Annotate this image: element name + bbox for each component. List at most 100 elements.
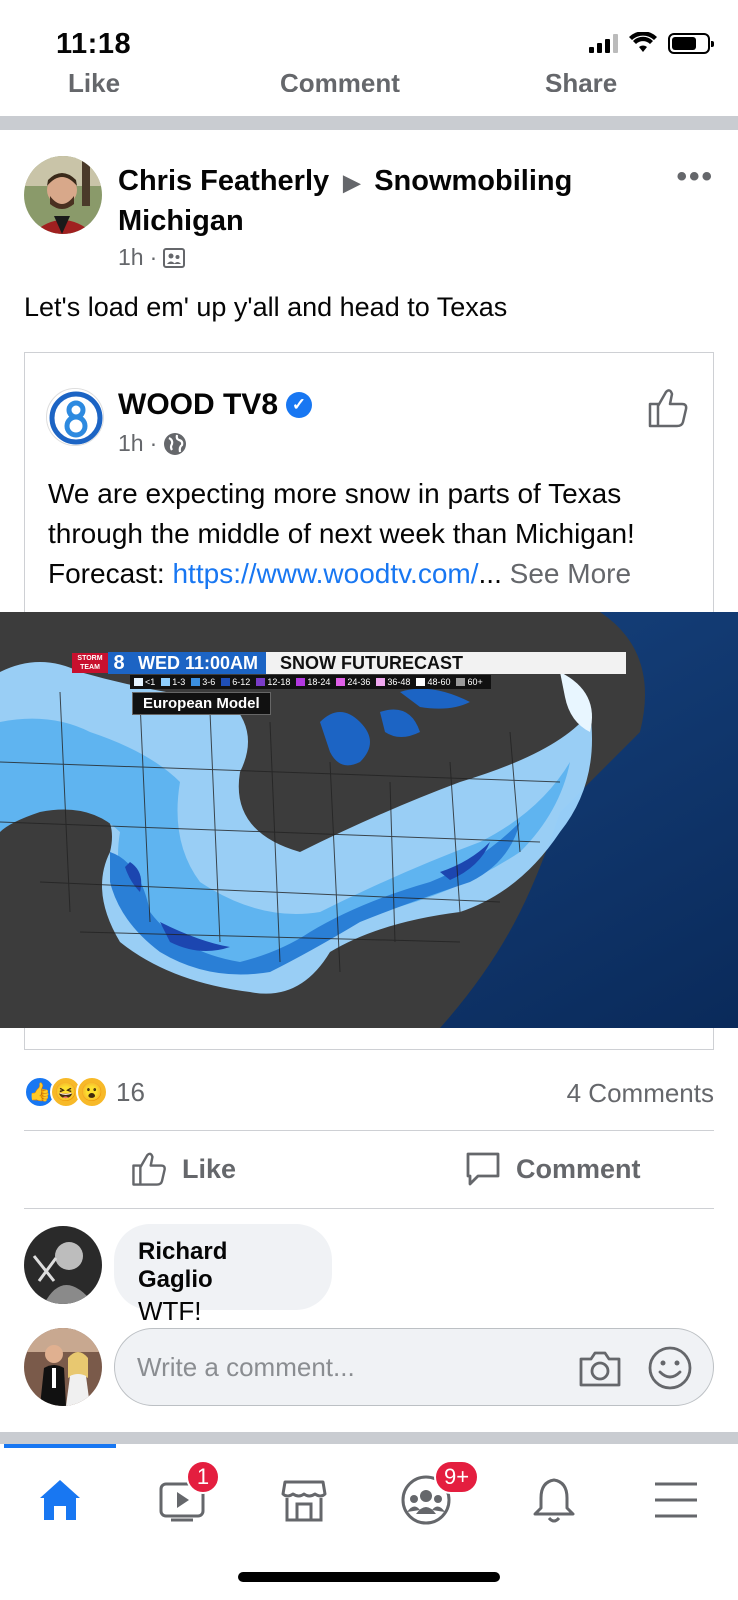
- reactions-summary[interactable]: 👍 😆 😮 16: [24, 1076, 145, 1108]
- legend-swatch: [296, 678, 306, 686]
- post-author-name[interactable]: Chris Featherly: [118, 165, 329, 197]
- legend-label: 60+: [467, 677, 483, 687]
- commenter-avatar[interactable]: [24, 1226, 102, 1304]
- legend-label: 1-3: [172, 677, 186, 687]
- legend-swatch: [336, 678, 346, 686]
- active-tab-indicator: [4, 1444, 116, 1448]
- nav-home[interactable]: [28, 1470, 92, 1530]
- section-separator: [0, 1432, 738, 1444]
- shared-post-text: We are expecting more snow in parts of T…: [48, 474, 708, 594]
- like-icon: [132, 1152, 166, 1186]
- current-user-avatar: [24, 1328, 102, 1406]
- storm-team-logo: STORM TEAM: [72, 653, 108, 673]
- groups-badge: 9+: [434, 1460, 480, 1494]
- emoji-icon[interactable]: [647, 1345, 693, 1391]
- legend-item: <1: [134, 677, 155, 687]
- wifi-icon: [629, 32, 657, 52]
- battery-icon: [668, 32, 714, 54]
- page-name-line: WOOD TV8 ✓: [118, 388, 313, 422]
- nav-groups[interactable]: 9+: [394, 1460, 480, 1530]
- home-icon: [40, 1480, 80, 1520]
- prev-share-button[interactable]: Share: [545, 68, 617, 92]
- status-icons: [589, 32, 714, 54]
- cellular-signal-icon: [589, 33, 618, 53]
- marketplace-icon: [281, 1480, 327, 1522]
- nav-watch[interactable]: 1: [150, 1460, 220, 1530]
- legend-swatch: [191, 678, 201, 686]
- divider: [24, 1208, 714, 1209]
- shared-time[interactable]: 1h: [118, 430, 144, 457]
- home-indicator[interactable]: [238, 1572, 500, 1582]
- shared-meta: 1h ·: [118, 430, 187, 457]
- write-comment-box[interactable]: [114, 1328, 714, 1406]
- legend-item: 36-48: [376, 677, 410, 687]
- like-button[interactable]: Like: [130, 1150, 236, 1188]
- logo-storm: STORM: [77, 655, 103, 662]
- legend-item: 6-12: [221, 677, 250, 687]
- status-time: 11:18: [56, 28, 132, 60]
- comment-text: WTF!: [138, 1296, 202, 1326]
- reaction-count: 16: [116, 1076, 145, 1107]
- nav-menu[interactable]: [644, 1470, 708, 1530]
- legend-item: 18-24: [296, 677, 330, 687]
- comment-input[interactable]: [137, 1349, 537, 1385]
- bell-icon: [533, 1478, 575, 1523]
- legend-item: 60+: [456, 677, 483, 687]
- legend-item: 12-18: [256, 677, 290, 687]
- nav-notifications[interactable]: [522, 1470, 586, 1530]
- verified-badge-icon: ✓: [286, 392, 313, 418]
- legend-label: 3-6: [202, 677, 216, 687]
- logo-8: 8: [108, 652, 130, 674]
- legend-label: 6-12: [232, 677, 251, 687]
- page-name[interactable]: WOOD TV8: [118, 388, 278, 422]
- prev-comment-button[interactable]: Comment: [280, 68, 400, 92]
- prev-like-button[interactable]: Like: [68, 68, 120, 92]
- wow-reaction-icon: 😮: [76, 1076, 108, 1108]
- post-time[interactable]: 1h: [118, 244, 144, 271]
- legend-label: 36-48: [387, 677, 411, 687]
- group-privacy-icon: [163, 247, 186, 268]
- more-options-icon[interactable]: •••: [676, 160, 714, 194]
- snow-forecast-map[interactable]: STORM TEAM 8 WED 11:00AM SNOW FUTURECAST …: [0, 612, 738, 1028]
- map-legend: <1 1-3 3-6 6-12 12-18 18-24 24-36 36-48 48-60 60+: [130, 675, 491, 689]
- page-like-icon[interactable]: [646, 386, 690, 430]
- forecast-link[interactable]: https://www.woodtv.com/: [172, 558, 478, 589]
- logo-team: TEAM: [80, 664, 100, 671]
- map-model-label: European Model: [132, 692, 271, 715]
- legend-swatch: [456, 678, 466, 686]
- comment-label: Comment: [516, 1153, 641, 1184]
- legend-item: 48-60: [416, 677, 450, 687]
- comments-count[interactable]: 4 Comments: [567, 1078, 714, 1109]
- map-day-time: WED 11:00AM: [130, 652, 267, 674]
- comment-bubble[interactable]: Richard Gaglio WTF!: [114, 1224, 332, 1326]
- comment-button[interactable]: Comment: [464, 1150, 641, 1188]
- legend-item: 3-6: [191, 677, 215, 687]
- map-banner: STORM TEAM 8 WED 11:00AM SNOW FUTURECAST: [72, 652, 627, 674]
- post-separator: [0, 116, 738, 130]
- globe-icon: [164, 432, 187, 455]
- legend-item: 1-3: [161, 677, 185, 687]
- like-label: Like: [182, 1153, 237, 1184]
- see-more-link[interactable]: See More: [510, 558, 631, 589]
- legend-swatch: [376, 678, 386, 686]
- comment-icon: [466, 1152, 500, 1186]
- nav-marketplace[interactable]: [272, 1470, 336, 1530]
- shared-card-bottom: [24, 1028, 714, 1050]
- ellipsis: ...: [478, 558, 502, 589]
- post-author-line: Chris Featherly ▶ Snowmobiling Michigan: [118, 162, 678, 241]
- post-meta: 1h ·: [118, 244, 186, 271]
- camera-icon[interactable]: [577, 1345, 623, 1391]
- legend-label: 48-60: [427, 677, 451, 687]
- post-text: Let's load em' up y'all and head to Texa…: [24, 292, 508, 322]
- legend-label: <1: [145, 677, 156, 687]
- legend-label: 12-18: [267, 677, 291, 687]
- author-avatar[interactable]: [24, 156, 102, 234]
- divider: [24, 1130, 714, 1131]
- legend-label: 18-24: [307, 677, 331, 687]
- page-avatar[interactable]: [46, 388, 104, 446]
- legend-swatch: [161, 678, 171, 686]
- arrow-right-icon: ▶: [343, 170, 361, 195]
- comment-author[interactable]: Richard Gaglio: [138, 1238, 308, 1294]
- legend-swatch: [134, 678, 143, 686]
- legend-swatch: [256, 678, 266, 686]
